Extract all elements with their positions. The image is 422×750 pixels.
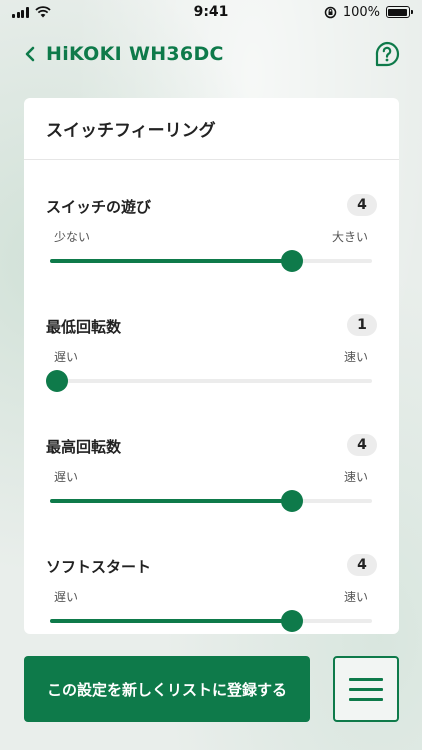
slider-track[interactable] (50, 610, 372, 632)
orientation-lock-icon (324, 6, 337, 18)
register-to-list-button[interactable]: この設定を新しくリストに登録する (24, 656, 310, 722)
setting-label: 最高回転数 (46, 438, 122, 456)
slider-fill (50, 259, 292, 263)
slider-thumb[interactable] (280, 250, 303, 272)
card-title: スイッチフィーリング (46, 121, 216, 141)
header: HiKOKI WH36DC (0, 34, 422, 74)
battery-icon (385, 6, 413, 18)
setting-label: 最低回転数 (46, 318, 122, 336)
back-button[interactable]: HiKOKI WH36DC (24, 43, 224, 65)
page-title: HiKOKI WH36DC (46, 43, 224, 65)
slider-track[interactable] (50, 250, 372, 272)
slider-thumb[interactable] (46, 370, 68, 392)
range-max-label: 大きい (331, 230, 368, 244)
battery-percent: 100% (342, 4, 380, 20)
slider-thumb[interactable] (280, 490, 303, 512)
setting-max-speed: 最高回転数 4 遅い 速い (24, 434, 399, 556)
status-bar: 9:41 100% (0, 0, 422, 24)
setting-switch-play: スイッチの遊び 4 少ない 大きい (24, 194, 399, 316)
slider-fill (50, 619, 292, 623)
range-max-label: 速い (343, 470, 368, 484)
range-min-label: 遅い (54, 470, 79, 484)
slider-track[interactable] (46, 370, 372, 392)
range-min-label: 遅い (54, 350, 79, 364)
setting-value-badge: 4 (347, 554, 377, 576)
setting-min-speed: 最低回転数 1 遅い 速い (24, 314, 399, 436)
range-min-label: 遅い (54, 590, 79, 604)
wifi-icon (34, 6, 51, 18)
setting-value-badge: 4 (347, 434, 377, 456)
hamburger-menu-icon[interactable] (333, 656, 399, 722)
setting-value-badge: 4 (347, 194, 377, 216)
signal-icon (12, 6, 29, 18)
slider-thumb[interactable] (280, 610, 303, 632)
chevron-left-icon[interactable] (24, 46, 36, 62)
range-min-label: 少ない (54, 230, 91, 244)
status-left (12, 6, 132, 18)
slider-fill (50, 499, 292, 503)
range-max-label: 速い (343, 350, 368, 364)
setting-value-badge: 1 (347, 314, 377, 336)
status-right: 100% (290, 4, 413, 20)
question-bubble-icon[interactable] (374, 41, 400, 67)
status-time: 9:41 (193, 4, 229, 20)
switch-feeling-card: スイッチフィーリング スイッチの遊び 4 少ない 大きい 最低回転数 1 遅い … (24, 98, 399, 634)
slider-track[interactable] (50, 490, 372, 512)
setting-soft-start: ソフトスタート 4 遅い 速い (24, 554, 399, 634)
card-header: スイッチフィーリング (24, 98, 399, 160)
range-max-label: 速い (343, 590, 368, 604)
setting-label: スイッチの遊び (46, 198, 152, 216)
setting-label: ソフトスタート (46, 558, 152, 576)
